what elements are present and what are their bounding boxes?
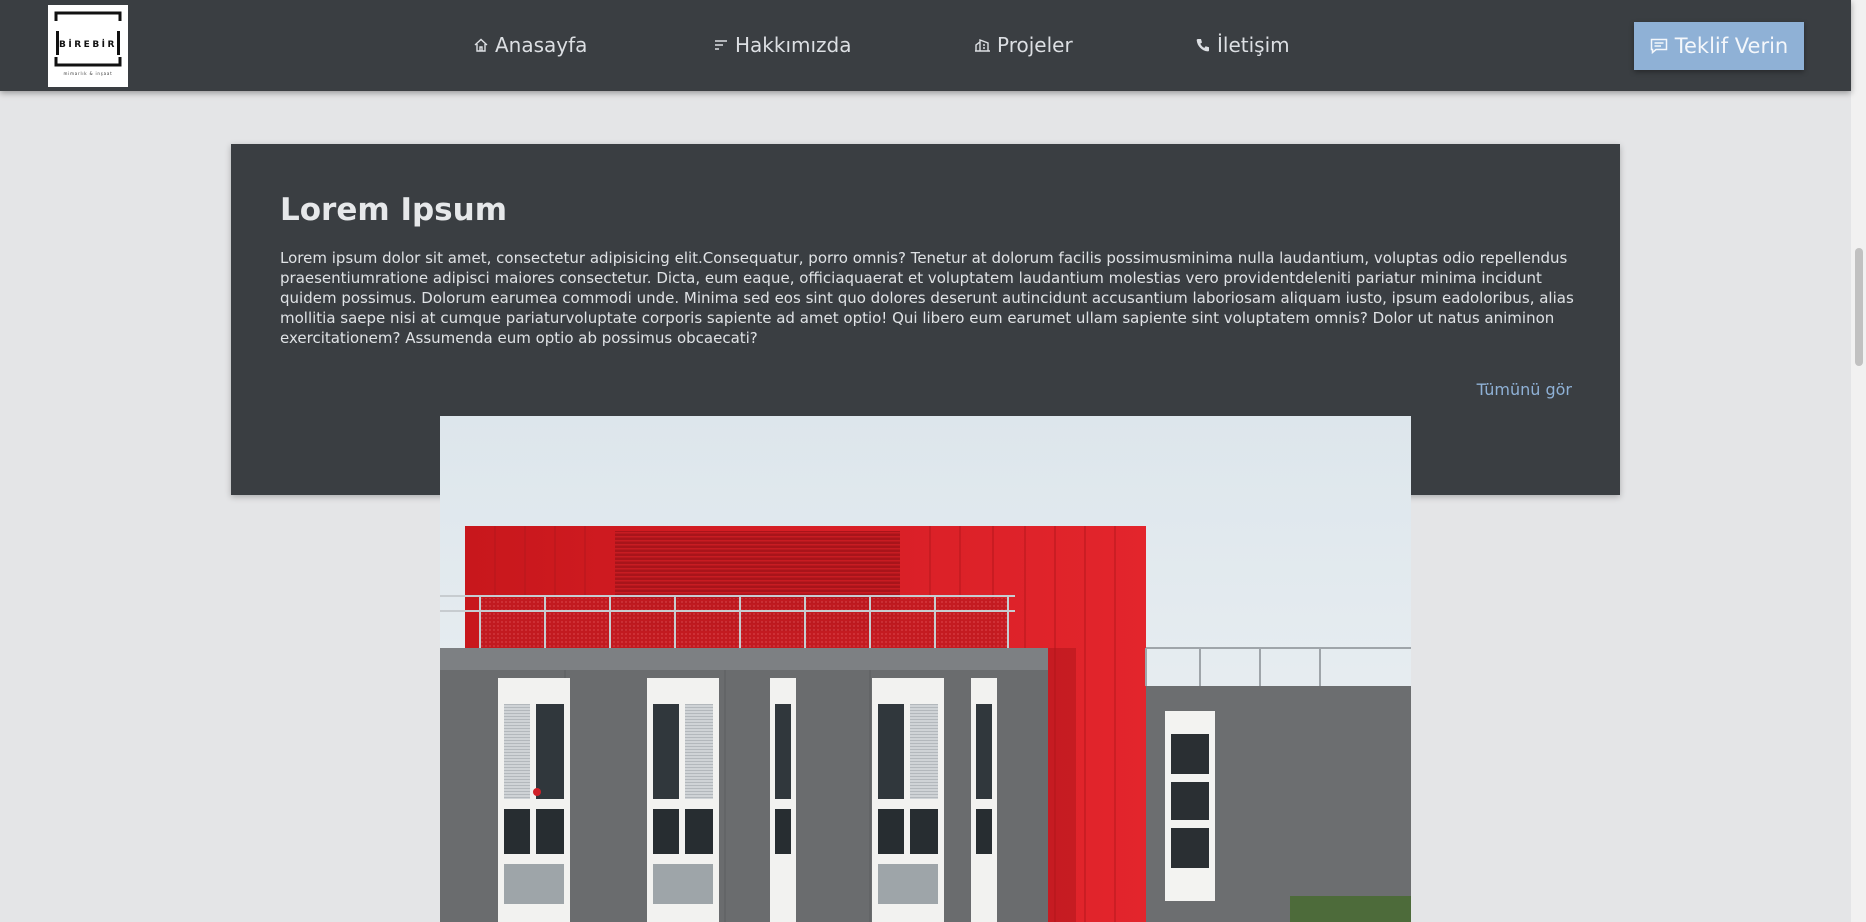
phone-icon — [1196, 39, 1209, 52]
message-icon — [1650, 38, 1667, 54]
nav-item-iletisim[interactable]: İletişim — [1195, 30, 1290, 60]
nav-label: Hakkımızda — [735, 33, 852, 57]
request-quote-button[interactable]: Teklif Verin — [1634, 22, 1804, 70]
list-icon — [715, 40, 727, 50]
nav-label: Anasayfa — [495, 33, 588, 57]
nav-item-hakkimizda[interactable]: Hakkımızda — [713, 30, 852, 60]
scrollbar-thumb[interactable] — [1855, 248, 1863, 366]
logo-subtext: mimarlık & inşaat — [63, 71, 113, 76]
building-icon — [975, 38, 990, 52]
card-body-text: Lorem ipsum dolor sit amet, consectetur … — [280, 249, 1574, 347]
page-scrollbar[interactable] — [1851, 0, 1866, 922]
see-all-link[interactable]: Tümünü gör — [1477, 380, 1572, 399]
card-title: Lorem Ipsum — [280, 192, 508, 228]
nav-item-projeler[interactable]: Projeler — [974, 30, 1073, 60]
building-photo — [440, 416, 1411, 922]
nav-label: İletişim — [1217, 33, 1290, 57]
logo-wordmark: BİREBİR — [59, 40, 117, 50]
top-navbar: BİREBİR mimarlık & inşaat Anasayfa Hakkı… — [0, 0, 1851, 91]
home-icon — [474, 38, 488, 52]
nav-label: Projeler — [997, 33, 1073, 57]
nav-item-anasayfa[interactable]: Anasayfa — [473, 30, 587, 60]
cta-label: Teklif Verin — [1674, 34, 1789, 58]
brand-logo[interactable]: BİREBİR mimarlık & inşaat — [48, 5, 128, 87]
building-facade-image — [440, 416, 1411, 922]
